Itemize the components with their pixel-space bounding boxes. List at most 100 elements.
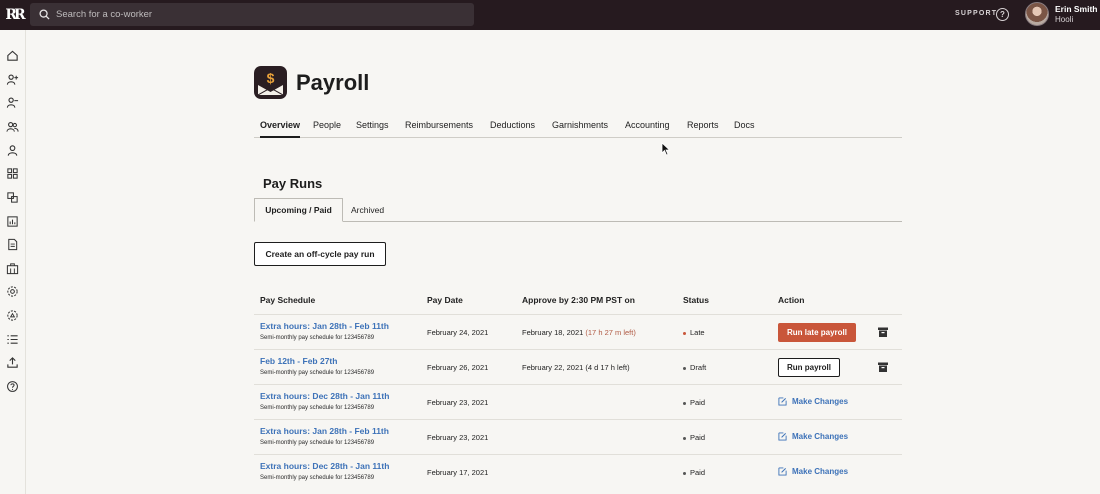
- make-changes-link[interactable]: Make Changes: [778, 432, 848, 441]
- pay-schedule-link[interactable]: Extra hours: Jan 28th - Feb 11th: [260, 321, 389, 331]
- column-header: Action: [778, 295, 805, 305]
- approve-by: February 22, 2021 (4 d 17 h left): [522, 363, 630, 372]
- list-icon[interactable]: [5, 332, 20, 347]
- sidebar: [0, 30, 26, 494]
- create-off-cycle-button[interactable]: Create an off-cycle pay run: [254, 242, 386, 266]
- envelope-icon: [258, 85, 283, 95]
- section-title: Pay Runs: [263, 176, 323, 191]
- pay-schedule-subtitle: Semi-monthly pay schedule for 123456789: [260, 475, 375, 481]
- status: Draft: [683, 363, 706, 372]
- column-header: Pay Schedule: [260, 295, 316, 305]
- status-dot: [683, 436, 686, 440]
- make-changes-link[interactable]: Make Changes: [778, 397, 848, 406]
- pay-schedule-subtitle: Semi-monthly pay schedule for 123456789: [260, 370, 375, 376]
- pay-schedule-subtitle: Semi-monthly pay schedule for 123456789: [260, 405, 375, 411]
- pay-schedule-link[interactable]: Extra hours: Dec 28th - Jan 11th: [260, 461, 389, 471]
- user-company: Hooli: [1055, 15, 1074, 24]
- home-icon[interactable]: [5, 48, 20, 63]
- support-link[interactable]: SUPPORT: [955, 10, 997, 17]
- pay-schedule-link[interactable]: Extra hours: Dec 28th - Jan 11th: [260, 391, 389, 401]
- status: Paid: [683, 433, 705, 442]
- pay-date: February 17, 2021: [427, 468, 489, 477]
- subtab-archived[interactable]: Archived: [351, 205, 384, 215]
- table-row: Extra hours: Jan 28th - Feb 11th Semi-mo…: [254, 314, 902, 349]
- tab-docs[interactable]: Docs: [734, 120, 755, 130]
- settings-alt-icon[interactable]: [5, 308, 20, 323]
- layers-icon[interactable]: [5, 190, 20, 205]
- document-icon[interactable]: [5, 237, 20, 252]
- time-left: (17 h 27 m left): [585, 328, 636, 337]
- status-text: Draft: [690, 363, 707, 372]
- person-add-icon[interactable]: [5, 72, 20, 87]
- run-late-payroll-button[interactable]: Run late payroll: [778, 323, 856, 342]
- mouse-cursor-icon: [661, 142, 671, 156]
- coworker-search[interactable]: [30, 3, 474, 26]
- status-text: Paid: [690, 398, 706, 407]
- pay-schedule-subtitle: Semi-monthly pay schedule for 123456789: [260, 440, 375, 446]
- status-dot: [683, 471, 686, 475]
- settings-icon[interactable]: [5, 284, 20, 299]
- status: Late: [683, 328, 705, 337]
- person-icon[interactable]: [5, 143, 20, 158]
- make-changes-link[interactable]: Make Changes: [778, 467, 848, 476]
- people-icon[interactable]: [5, 119, 20, 134]
- payroll-tabs: Overview People Settings Reimbursements …: [254, 118, 902, 138]
- search-input[interactable]: [56, 9, 456, 20]
- tab-garnishments[interactable]: Garnishments: [552, 120, 608, 130]
- search-icon: [39, 9, 50, 20]
- column-header: Pay Date: [427, 295, 463, 305]
- user-name[interactable]: Erin Smith: [1055, 4, 1098, 14]
- pay-runs-subtabs: Upcoming / Paid Archived: [254, 198, 902, 222]
- edit-icon: [778, 467, 787, 476]
- top-bar: RR SUPPORT ? Erin Smith Hooli: [0, 0, 1100, 30]
- approve-by: February 18, 2021 (17 h 27 m left): [522, 328, 636, 337]
- column-header: Status: [683, 295, 709, 305]
- status-text: Late: [690, 328, 705, 337]
- run-payroll-button[interactable]: Run payroll: [778, 358, 840, 377]
- tab-reimbursements[interactable]: Reimbursements: [405, 120, 473, 130]
- building-icon[interactable]: [5, 261, 20, 276]
- edit-icon: [778, 432, 787, 441]
- pay-schedule-link[interactable]: Feb 12th - Feb 27th: [260, 356, 337, 366]
- status-dot: [683, 331, 686, 335]
- pay-schedule-link[interactable]: Extra hours: Jan 28th - Feb 11th: [260, 426, 389, 436]
- column-header: Approve by 2:30 PM PST on: [522, 295, 635, 305]
- help-icon[interactable]: ?: [996, 8, 1009, 21]
- tab-deductions[interactable]: Deductions: [490, 120, 535, 130]
- approve-by-date: February 18, 2021: [522, 328, 584, 337]
- archive-icon[interactable]: [877, 326, 889, 338]
- status: Paid: [683, 468, 705, 477]
- tab-settings[interactable]: Settings: [356, 120, 389, 130]
- dollar-icon: $: [266, 70, 275, 86]
- help-circle-icon[interactable]: [5, 379, 20, 394]
- pay-schedule-subtitle: Semi-monthly pay schedule for 123456789: [260, 335, 375, 341]
- archive-icon[interactable]: [877, 361, 889, 373]
- status-text: Paid: [690, 468, 706, 477]
- make-changes-label[interactable]: Make Changes: [792, 397, 848, 406]
- page-title: Payroll: [296, 70, 370, 95]
- status-text: Paid: [690, 433, 706, 442]
- tab-reports[interactable]: Reports: [687, 120, 719, 130]
- person-remove-icon[interactable]: [5, 95, 20, 110]
- tab-accounting[interactable]: Accounting: [625, 120, 670, 130]
- chart-icon[interactable]: [5, 214, 20, 229]
- upload-icon[interactable]: [5, 355, 20, 370]
- pay-date: February 24, 2021: [427, 328, 489, 337]
- edit-icon: [778, 397, 787, 406]
- make-changes-label[interactable]: Make Changes: [792, 467, 848, 476]
- user-avatar[interactable]: [1025, 2, 1049, 26]
- tab-people[interactable]: People: [313, 120, 341, 130]
- subtab-upcoming-paid[interactable]: Upcoming / Paid: [254, 198, 343, 222]
- rippling-logo[interactable]: RR: [0, 0, 28, 30]
- status-dot: [683, 401, 686, 405]
- tab-overview[interactable]: Overview: [260, 120, 301, 138]
- table-row: Extra hours: Dec 28th - Jan 11th Semi-mo…: [254, 384, 902, 419]
- pay-date: February 23, 2021: [427, 433, 489, 442]
- make-changes-label[interactable]: Make Changes: [792, 432, 848, 441]
- table-row: Feb 12th - Feb 27th Semi-monthly pay sch…: [254, 349, 902, 384]
- status-dot: [683, 366, 686, 370]
- table-row: Extra hours: Jan 28th - Feb 11th Semi-mo…: [254, 419, 902, 454]
- payroll-app-icon: $: [254, 66, 287, 99]
- status: Paid: [683, 398, 705, 407]
- apps-grid-icon[interactable]: [5, 166, 20, 181]
